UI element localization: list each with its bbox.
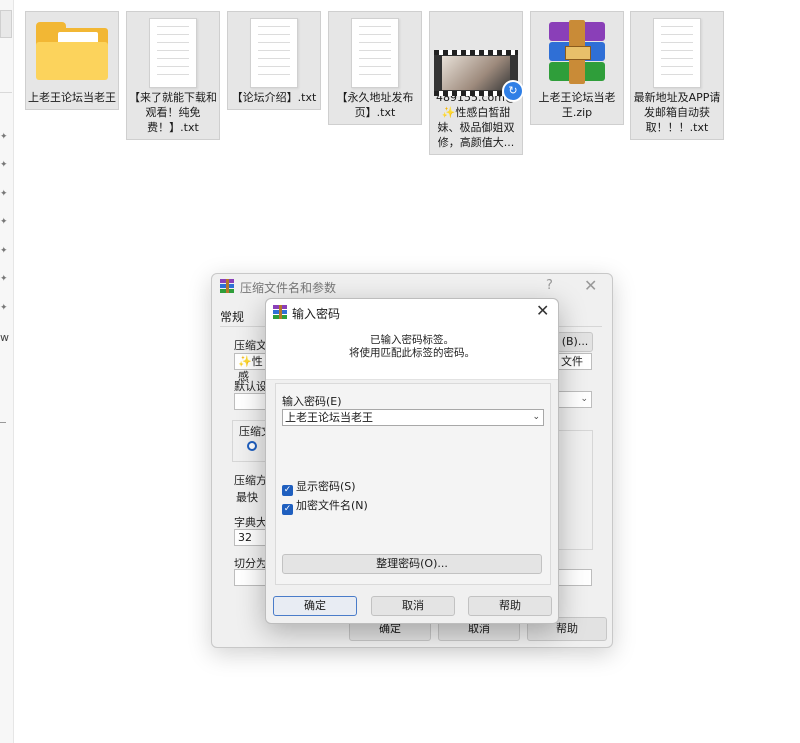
dialog-titlebar[interactable]: 输入密码 ✕ [266, 299, 558, 326]
tab-general[interactable]: 常规 [220, 310, 244, 324]
chevron-down-icon[interactable]: ⌄ [532, 410, 540, 425]
profile-select[interactable] [234, 393, 269, 410]
nav-scroll-thumb[interactable] [0, 10, 12, 38]
sync-icon: ↻ [502, 80, 524, 102]
file-name: 【永久地址发布页】.txt [336, 91, 414, 119]
archive-name-input[interactable]: ✨性感 [234, 353, 269, 383]
browse-button[interactable]: (B)... [557, 332, 593, 352]
file-name: 上老王论坛当老王 [28, 91, 116, 104]
password-input[interactable]: 上老王论坛当老王 ⌄ [282, 409, 544, 426]
nav-divider [0, 92, 12, 93]
file-name: 【论坛介绍】.txt [231, 91, 317, 104]
winrar-icon [220, 279, 234, 293]
text-document-icon [351, 18, 399, 88]
close-icon[interactable]: ✕ [536, 301, 549, 320]
message-line: 将使用匹配此标签的密码。 [349, 347, 475, 359]
close-icon[interactable]: ✕ [584, 276, 597, 295]
checkmark-icon: ✓ [282, 504, 293, 515]
cancel-button[interactable]: 取消 [371, 596, 455, 616]
compression-method-select[interactable]: 最快 [236, 489, 258, 505]
file-name: 上老王论坛当老王.zip [538, 91, 616, 119]
show-password-checkbox[interactable]: ✓ 显示密码(S) [282, 480, 356, 496]
profile-label: 默认设 [234, 380, 267, 393]
dictionary-size-label: 字典大 [234, 516, 267, 529]
compression-method-label: 压缩方 [234, 474, 267, 487]
pin-icon[interactable]: ✦ [0, 217, 8, 227]
pin-icon[interactable]: ✦ [0, 303, 8, 313]
show-password-label: 显示密码(S) [296, 480, 356, 493]
enter-password-dialog: 输入密码 ✕ 已输入密码标签。 将使用匹配此标签的密码。 输入密码(E) 上老王… [265, 298, 559, 624]
archive-name-label: 压缩文 [234, 339, 267, 352]
pin-icon[interactable]: ✦ [0, 160, 8, 170]
password-value: 上老王论坛当老王 [285, 411, 373, 424]
video-thumbnail-icon: ↻ [434, 50, 524, 102]
file-item-txt[interactable]: 最新地址及APP请发邮箱自动获取！！！.txt [630, 11, 724, 140]
file-item-txt[interactable]: 【永久地址发布页】.txt [328, 11, 422, 125]
file-name: 最新地址及APP请发邮箱自动获取！！！.txt [633, 91, 721, 134]
set-password-field[interactable] [557, 569, 592, 586]
text-document-icon [250, 18, 298, 88]
file-item-archive[interactable]: 上老王论坛当老王.zip [530, 11, 624, 125]
profile-select-right[interactable]: ⌄ [557, 391, 592, 408]
winrar-icon [273, 305, 287, 319]
encrypt-file-names-label: 加密文件名(N) [296, 499, 368, 512]
pin-icon[interactable]: ✦ [0, 246, 8, 256]
pin-icon[interactable]: ✦ [0, 132, 8, 142]
winrar-archive-icon [539, 20, 615, 84]
dialog-title: 输入密码 [292, 307, 341, 321]
file-item-txt[interactable]: 【论坛介绍】.txt [227, 11, 321, 110]
message-line: 已输入密码标签。 [370, 334, 454, 346]
folder-icon [36, 22, 108, 80]
dialog-title: 压缩文件名和参数 [240, 281, 337, 295]
archive-options-group [557, 430, 593, 550]
password-label-message: 已输入密码标签。 将使用匹配此标签的密码。 [266, 326, 558, 380]
password-label: 输入密码(E) [282, 395, 342, 408]
help-button[interactable]: 帮助 [468, 596, 552, 616]
update-mode-select[interactable]: 文件 [557, 353, 592, 370]
dictionary-size-select[interactable]: 32 [234, 529, 269, 546]
pin-icon[interactable]: ✦ [0, 274, 8, 284]
organize-passwords-button[interactable]: 整理密码(O)... [282, 554, 542, 574]
file-name: 【来了就能下载和观看！纯免费！】.txt [129, 91, 217, 134]
nav-item-letter[interactable]: w [0, 331, 9, 344]
left-nav-pane: ✦ ✦ ✦ ✦ ✦ ✦ ✦ w [0, 0, 14, 743]
text-document-icon [653, 18, 701, 88]
ok-button[interactable]: 确定 [273, 596, 357, 616]
help-icon[interactable]: ? [546, 278, 553, 293]
pin-icon[interactable]: ✦ [0, 189, 8, 199]
split-volumes-input[interactable] [234, 569, 269, 586]
file-item-video[interactable]: ↻ 489155.com@✨性感白皙甜妹、极品御姐双修，高颜值大... [429, 11, 524, 155]
checkmark-icon: ✓ [282, 485, 293, 496]
text-document-icon [149, 18, 197, 88]
file-item-txt[interactable]: 【来了就能下载和观看！纯免费！】.txt [126, 11, 220, 140]
chevron-down-icon: ⌄ [580, 394, 588, 404]
dialog-titlebar[interactable]: 压缩文件名和参数 ? ✕ [212, 274, 612, 300]
file-item-folder[interactable]: 上老王论坛当老王 [25, 11, 119, 110]
encrypt-file-names-checkbox[interactable]: ✓ 加密文件名(N) [282, 499, 368, 515]
radio-rar[interactable] [247, 441, 257, 451]
nav-divider [0, 422, 6, 423]
